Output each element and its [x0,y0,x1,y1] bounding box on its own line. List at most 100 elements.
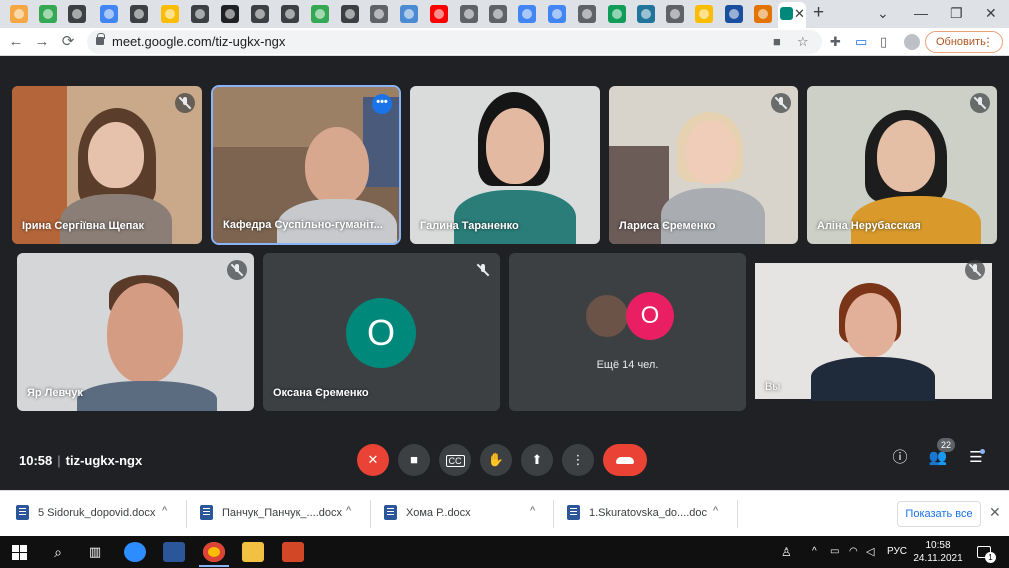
meeting-info: 10:58 | tiz-ugkx-ngx [19,453,142,468]
meeting-details-icon[interactable]: ⓘ [889,448,911,468]
chrome-app-icon[interactable] [199,542,229,567]
tab-favicon-icon[interactable] [191,5,209,23]
self-view-tile[interactable]: Вы [755,253,992,411]
extensions-icon[interactable]: ✚ [830,34,841,50]
tab-globe-icon[interactable] [489,5,507,23]
tab-docs-icon[interactable] [548,5,566,23]
tab-globe-icon[interactable] [578,5,596,23]
tab-favicon-icon[interactable] [754,5,772,23]
profile-avatar[interactable] [904,34,920,50]
download-filename: Хома Р..docx [406,507,471,519]
tab-favicon-icon[interactable] [695,5,713,23]
file-explorer-icon[interactable] [242,542,264,562]
minimize-icon[interactable]: — [914,4,928,22]
tab-favicon-icon[interactable] [400,5,418,23]
leave-call-button[interactable] [603,444,647,476]
tab-globe-icon[interactable] [666,5,684,23]
participant-name: Лариса Єременко [619,220,716,232]
captions-button[interactable]: CC [439,444,471,476]
restore-icon[interactable]: ❐ [950,4,963,22]
participant-tile[interactable]: Ірина Сергіївна Щепак [12,86,202,244]
lock-icon[interactable] [96,33,105,45]
tab-favicon-icon[interactable] [10,5,28,23]
download-item[interactable]: 5 Sidoruk_dopovid.docx ^ [16,500,181,528]
tab-favicon-icon[interactable] [251,5,269,23]
address-bar[interactable]: meet.google.com/tiz-ugkx-ngx ■ ☆ [87,30,822,54]
tab-google-icon[interactable] [518,5,536,23]
tab-youtube-icon[interactable] [430,5,448,23]
tab-favicon-icon[interactable] [281,5,299,23]
tab-favicon-icon[interactable] [221,5,239,23]
tab-strip: ✕ + ⌄ — ❐ ✕ [0,0,1009,28]
windows-start-icon[interactable] [12,545,27,560]
search-icon[interactable]: ⌕ [47,542,69,562]
battery-icon[interactable]: ▭ [830,545,839,559]
tab-favicon-icon[interactable] [725,5,743,23]
download-item[interactable]: Хома Р..docx ^ [384,500,549,528]
tab-favicon-icon[interactable] [39,5,57,23]
camera-toggle-button[interactable]: ■ [398,444,430,476]
person-face [685,120,737,184]
mic-toggle-button[interactable]: ✕ [357,444,389,476]
chevron-up-icon[interactable]: ^ [530,505,535,517]
word-app-icon[interactable] [163,542,185,562]
word-doc-icon [567,505,580,520]
zoom-app-icon[interactable] [124,542,146,562]
word-doc-icon [16,505,29,520]
close-shelf-icon[interactable]: ✕ [989,504,1001,521]
camera-icon[interactable]: ■ [773,34,781,50]
download-item[interactable]: Панчук_Панчук_....docx ^ [200,500,365,528]
powerpoint-app-icon[interactable] [282,542,304,562]
update-button[interactable]: Обновить ⋮ [925,31,1003,53]
participant-tile[interactable]: Яр Левчук [17,253,254,411]
side-panel-icon[interactable]: ▯ [880,34,887,50]
language-indicator[interactable]: РУС [887,545,907,559]
present-screen-button[interactable]: ⬆ [521,444,553,476]
participant-tile[interactable]: Галина Тараненко [410,86,600,244]
close-window-icon[interactable]: ✕ [985,4,997,22]
tab-wordpress-icon[interactable] [637,5,655,23]
participant-name: Оксана Єременко [273,387,369,399]
tab-favicon-icon[interactable] [161,5,179,23]
download-filename: 1.Skuratovska_do....doc [589,507,708,519]
forward-button[interactable]: → [32,32,52,52]
participant-tile[interactable]: О Оксана Єременко [263,253,500,411]
chevron-up-icon[interactable]: ^ [162,505,167,517]
cast-icon[interactable]: ▭ [855,34,867,50]
new-tab-button[interactable]: + [813,3,824,23]
back-button[interactable]: ← [6,32,26,52]
participant-tile[interactable]: Аліна Нерубасская [807,86,997,244]
participant-tile-pinned[interactable]: ••• Кафедра Суспільно-гуманіт... [211,85,401,245]
tab-google-icon[interactable] [100,5,118,23]
reload-button[interactable]: ⟳ [58,32,78,52]
show-all-downloads-button[interactable]: Показать все [897,501,981,527]
tab-favicon-icon[interactable] [608,5,626,23]
task-view-icon[interactable]: ▥ [84,542,106,562]
tab-search-icon[interactable]: ⌄ [877,4,889,22]
more-participants-tile[interactable]: О Ещё 14 чел. [509,253,746,411]
bookmark-star-icon[interactable]: ☆ [797,34,809,50]
close-tab-icon[interactable]: ✕ [794,6,805,22]
tab-favicon-icon[interactable] [68,5,86,23]
system-clock[interactable]: 10:58 24.11.2021 [912,539,964,565]
active-tab-meet[interactable]: ✕ [778,2,806,28]
wifi-icon[interactable]: ◠ [849,545,858,559]
chevron-up-icon[interactable]: ^ [346,505,351,517]
mic-off-icon [175,93,195,113]
tab-favicon-icon[interactable] [130,5,148,23]
people-tray-icon[interactable]: ♙ [781,545,792,559]
download-item[interactable]: 1.Skuratovska_do....doc ^ [567,500,732,528]
chevron-up-icon[interactable]: ^ [713,505,718,517]
hand-icon: ✋ [487,452,505,467]
more-options-button[interactable]: ••• [372,94,392,114]
participant-tile[interactable]: Лариса Єременко [609,86,798,244]
show-hidden-icons[interactable]: ^ [812,545,817,559]
present-icon: ⬆ [531,452,543,467]
tab-favicon-icon[interactable] [341,5,359,23]
more-options-button[interactable]: ⋮ [562,444,594,476]
raise-hand-button[interactable]: ✋ [480,444,512,476]
tab-globe-icon[interactable] [370,5,388,23]
tab-favicon-icon[interactable] [311,5,329,23]
volume-icon[interactable]: ◁ [866,545,874,559]
tab-globe-icon[interactable] [460,5,478,23]
